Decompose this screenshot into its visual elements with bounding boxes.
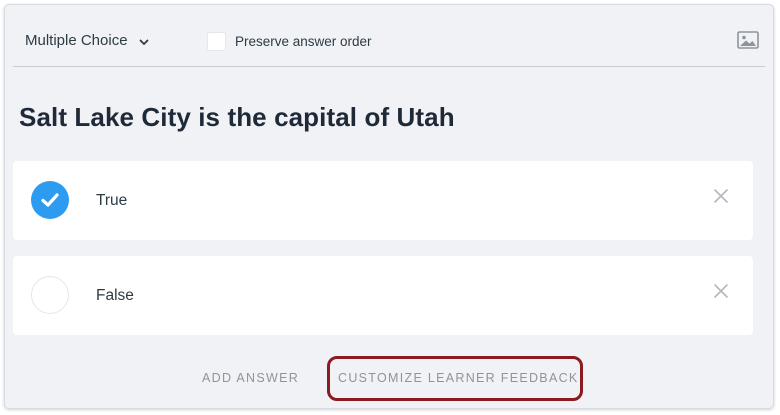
callout-highlight-box xyxy=(327,356,583,401)
answer-row: False xyxy=(13,256,753,335)
question-type-label: Multiple Choice xyxy=(25,32,128,49)
preserve-order-checkbox[interactable] xyxy=(207,32,226,51)
preserve-order-label: Preserve answer order xyxy=(235,34,372,49)
add-answer-button[interactable]: ADD ANSWER xyxy=(202,371,299,385)
correct-answer-radio[interactable] xyxy=(31,181,69,219)
answer-label[interactable]: False xyxy=(96,287,134,305)
close-icon[interactable] xyxy=(713,283,729,299)
screenshot-frame: Multiple Choice Preserve answer order Sa… xyxy=(0,0,780,415)
chevron-down-icon xyxy=(138,35,150,47)
question-editor-panel: Multiple Choice Preserve answer order Sa… xyxy=(4,4,774,409)
preserve-order-control: Preserve answer order xyxy=(207,32,372,51)
checkmark-icon xyxy=(41,193,59,207)
question-type-dropdown[interactable]: Multiple Choice xyxy=(25,32,150,49)
question-text[interactable]: Salt Lake City is the capital of Utah xyxy=(19,102,455,133)
answer-row: True xyxy=(13,161,753,240)
close-icon[interactable] xyxy=(713,188,729,204)
question-toolbar: Multiple Choice Preserve answer order xyxy=(13,5,765,67)
image-icon[interactable] xyxy=(737,31,759,49)
correct-answer-radio[interactable] xyxy=(31,276,69,314)
answer-label[interactable]: True xyxy=(96,192,127,210)
